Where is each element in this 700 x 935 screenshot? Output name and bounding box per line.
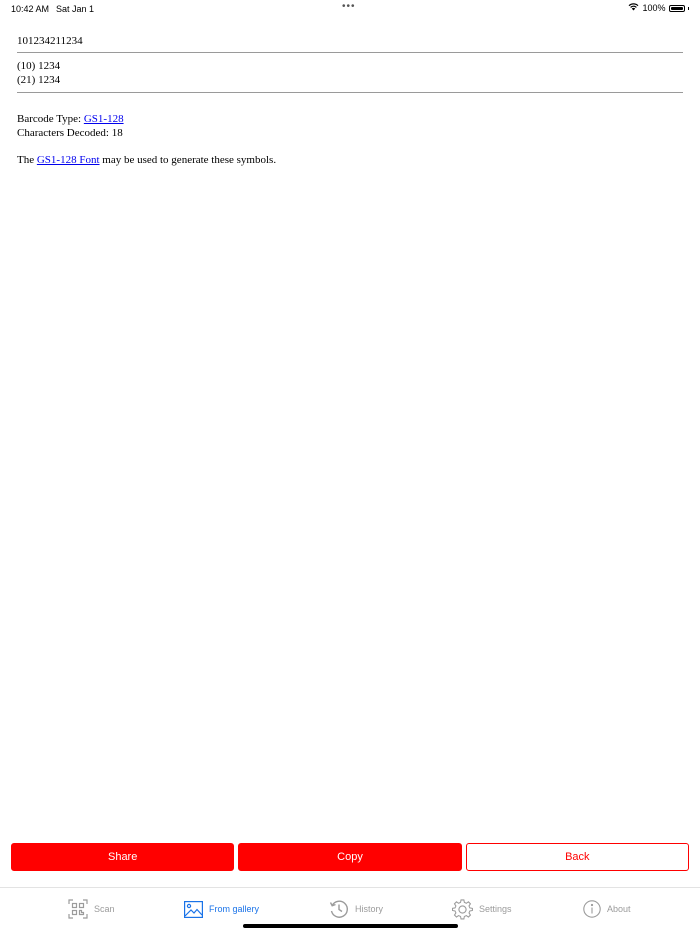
tab-settings[interactable]: Settings [452, 898, 512, 920]
barcode-type-label: Barcode Type: [17, 113, 84, 125]
gear-icon [452, 898, 473, 920]
tab-label: Settings [479, 904, 512, 914]
note-prefix: The [17, 154, 37, 166]
battery-percent: 100% [642, 3, 666, 13]
history-clock-icon [329, 899, 349, 919]
share-button[interactable]: Share [11, 843, 235, 871]
note-suffix: may be used to generate these symbols. [99, 154, 277, 166]
tab-label: About [607, 904, 631, 914]
tab-from-gallery[interactable]: From gallery [184, 898, 259, 920]
tab-label: History [355, 904, 384, 914]
image-gallery-icon [184, 900, 203, 918]
copy-button[interactable]: Copy [238, 843, 462, 871]
qr-scan-icon [68, 899, 88, 919]
parsed-line: (10) 1234 [17, 60, 61, 72]
wifi-icon [628, 3, 639, 13]
status-date: Sat Jan 1 [56, 4, 95, 14]
raw-barcode-data: 101234211234 [17, 35, 83, 47]
tab-about[interactable]: About [583, 898, 631, 920]
tab-history[interactable]: History [329, 898, 383, 920]
characters-decoded-value: 18 [111, 127, 123, 139]
characters-decoded-label: Characters Decoded: [17, 127, 112, 139]
battery-icon [668, 4, 685, 12]
tab-label: Scan [94, 904, 115, 914]
multitasking-dots[interactable]: ••• [342, 1, 356, 12]
barcode-type-row: Barcode Type: GS1-128 [17, 112, 124, 126]
status-time: 10:42 AM [11, 4, 50, 14]
home-indicator[interactable] [243, 924, 458, 928]
battery-tip [687, 6, 689, 10]
divider [17, 52, 683, 53]
barcode-type-link[interactable]: GS1-128 [84, 113, 124, 125]
action-buttons: Share Copy Back [11, 843, 689, 871]
tab-label: From gallery [209, 904, 260, 914]
parsed-elements: (10) 1234 (21) 1234 [17, 59, 60, 87]
gs1-128-font-link[interactable]: GS1-128 Font [37, 154, 100, 166]
status-bar: 10:42 AM Sat Jan 1 ••• 100% [0, 0, 700, 18]
status-right: 100% [628, 3, 689, 13]
parsed-line: (21) 1234 [17, 74, 61, 86]
barcode-info: Barcode Type: GS1-128 Characters Decoded… [17, 112, 124, 140]
divider [17, 92, 683, 93]
info-icon [583, 900, 601, 918]
tab-scan[interactable]: Scan [68, 898, 115, 920]
back-button[interactable]: Back [465, 843, 689, 871]
font-note: The GS1-128 Font may be used to generate… [17, 153, 276, 167]
characters-decoded-row: Characters Decoded: 18 [17, 126, 124, 140]
